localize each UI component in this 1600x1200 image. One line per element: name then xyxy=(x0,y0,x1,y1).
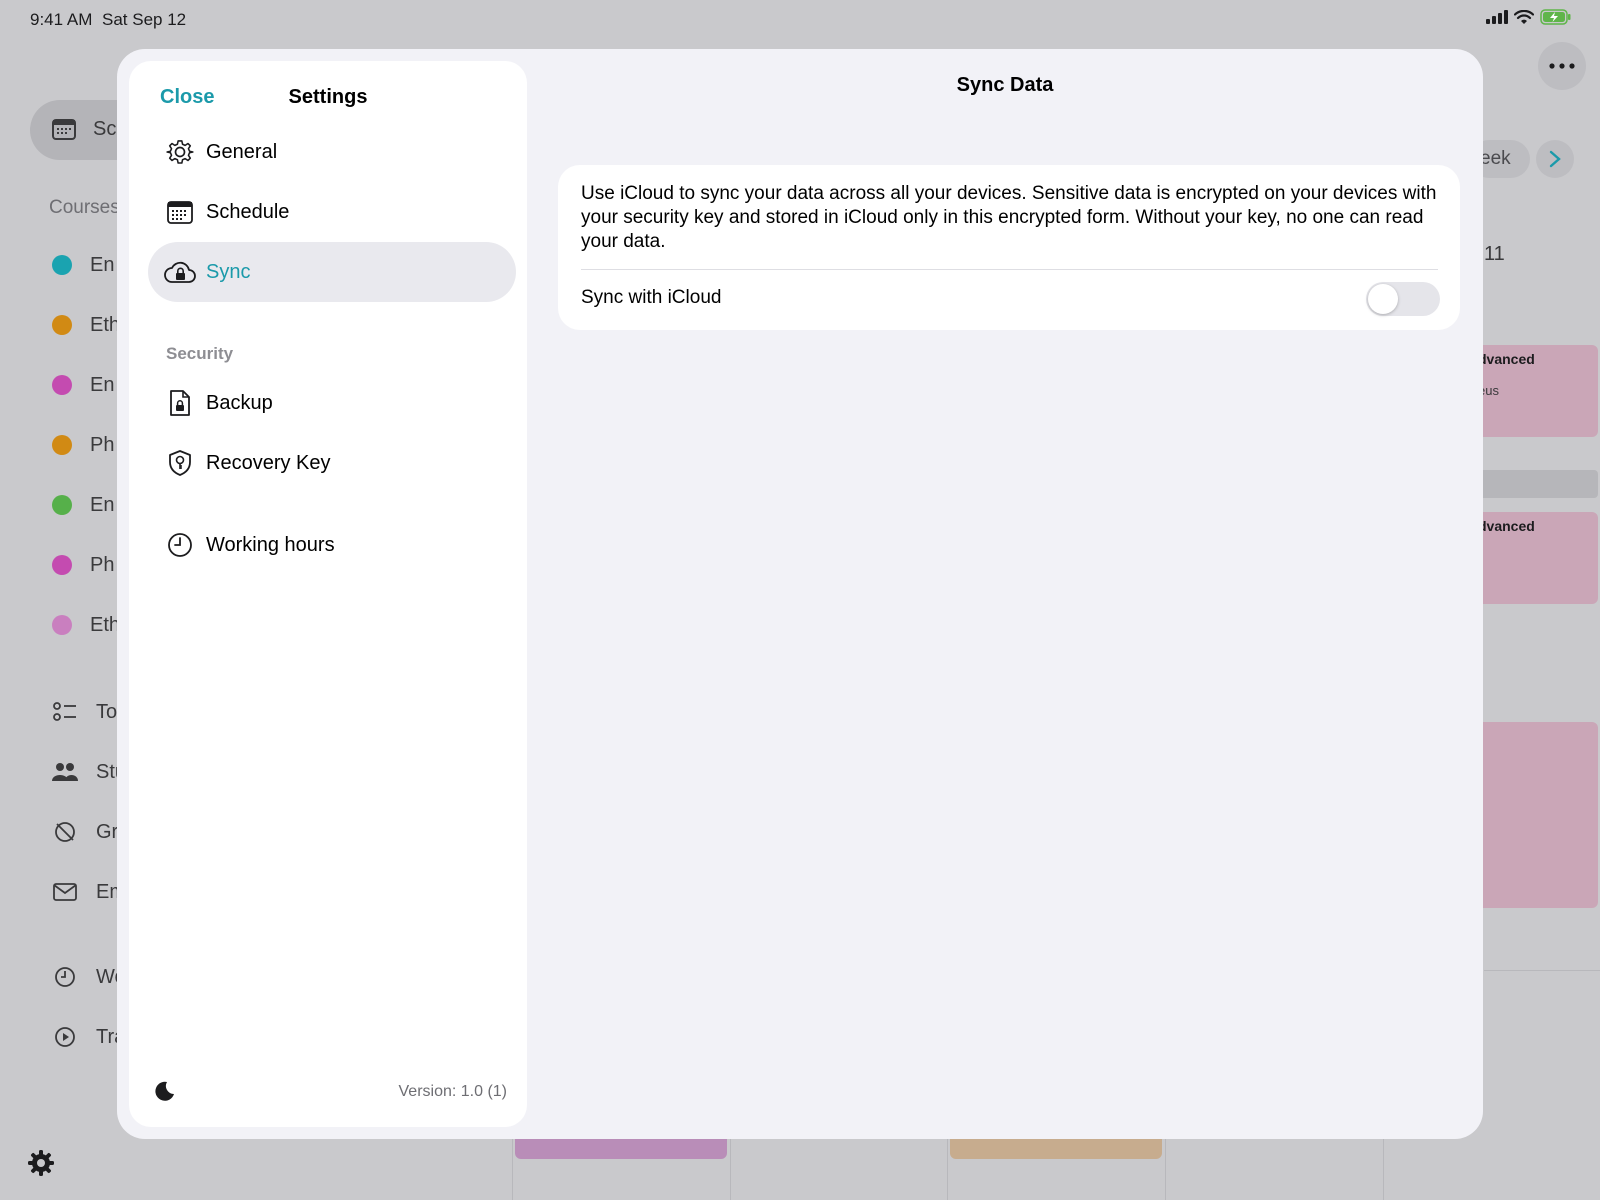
background-event: dvanced xyxy=(1470,512,1598,604)
sidebar-item-recovery-key[interactable]: Recovery Key xyxy=(148,433,516,493)
sync-card: Use iCloud to sync your data across all … xyxy=(558,165,1460,330)
grid-line xyxy=(1484,970,1600,971)
background-course-row: En xyxy=(52,250,114,280)
sidebar-item-label: Schedule xyxy=(206,200,290,223)
more-icon xyxy=(1538,42,1586,90)
settings-modal: Close Settings General Schedule Sync Sec… xyxy=(117,49,1483,1139)
course-color-dot xyxy=(52,375,72,395)
grade-icon xyxy=(52,819,78,845)
background-course-row: En xyxy=(52,490,114,520)
sync-description: Use iCloud to sync your data across all … xyxy=(581,183,1437,252)
chevron-right-icon xyxy=(1536,140,1574,178)
security-section-header: Security xyxy=(166,344,234,363)
background-event: dvanced eus xyxy=(1470,345,1598,437)
background-event-bar xyxy=(1470,470,1598,498)
sidebar-item-general[interactable]: General xyxy=(148,122,516,182)
background-course-row: Ph xyxy=(52,550,114,580)
sync-toggle-label: Sync with iCloud xyxy=(581,287,722,308)
sidebar-item-schedule[interactable]: Schedule xyxy=(148,182,516,242)
event-subtitle: eus xyxy=(1478,383,1499,398)
sidebar-item-backup[interactable]: Backup xyxy=(148,373,516,433)
course-label: Eth xyxy=(90,313,121,336)
course-label: Ph xyxy=(90,553,115,576)
course-label: Eth xyxy=(90,613,121,636)
version-label: Version: 1.0 (1) xyxy=(398,1083,508,1100)
course-color-dot xyxy=(52,555,72,575)
checklist-icon xyxy=(52,699,78,725)
moon-icon[interactable] xyxy=(153,1080,177,1104)
clock-icon xyxy=(164,529,196,561)
settings-title: Settings xyxy=(288,86,368,108)
course-label: En xyxy=(90,493,115,516)
background-course-row: Eth xyxy=(52,310,120,340)
play-circle-icon xyxy=(52,1024,78,1050)
toggle-knob xyxy=(1368,284,1398,314)
sidebar-item-label: Recovery Key xyxy=(206,451,331,474)
envelope-icon xyxy=(52,879,78,905)
calendar-icon xyxy=(52,119,76,140)
sync-icloud-toggle[interactable] xyxy=(1366,282,1440,316)
gear-icon xyxy=(164,136,196,168)
background-event xyxy=(1470,722,1598,908)
background-nav-row: Wo xyxy=(52,962,126,992)
divider xyxy=(581,269,1438,270)
clock-icon xyxy=(52,964,78,990)
nav-label: To xyxy=(96,700,118,723)
background-nav-row: Tra xyxy=(52,1022,125,1052)
sidebar-item-working-hours[interactable]: Working hours xyxy=(148,515,516,575)
background-nav-row: To xyxy=(52,697,117,727)
shield-key-icon xyxy=(164,447,196,479)
sidebar-item-label: Working hours xyxy=(206,533,335,556)
document-lock-icon xyxy=(164,387,196,419)
calendar-icon xyxy=(164,196,196,228)
background-selected-label: Sc xyxy=(93,118,117,140)
detail-title: Sync Data xyxy=(956,74,1054,96)
course-color-dot xyxy=(52,615,72,635)
cloud-lock-icon xyxy=(164,256,196,288)
sidebar-item-sync[interactable]: Sync xyxy=(148,242,516,302)
background-course-row: Eth xyxy=(52,610,120,640)
event-title: dvanced xyxy=(1478,518,1535,534)
sidebar-item-label: Backup xyxy=(206,391,273,414)
sidebar-item-label: Sync xyxy=(206,260,251,283)
course-color-dot xyxy=(52,255,72,275)
sidebar-item-label: General xyxy=(206,140,278,163)
course-label: En xyxy=(90,253,115,276)
settings-sidebar: Close Settings General Schedule Sync Sec… xyxy=(129,61,527,1127)
background-nav-row: Em xyxy=(52,877,126,907)
course-color-dot xyxy=(52,435,72,455)
course-color-dot xyxy=(52,315,72,335)
course-color-dot xyxy=(52,495,72,515)
background-nav-row: Stu xyxy=(52,757,126,787)
background-course-row: En xyxy=(52,370,114,400)
event-title: dvanced xyxy=(1478,351,1535,367)
background-course-row: Ph xyxy=(52,430,114,460)
people-icon xyxy=(52,759,78,785)
course-label: Ph xyxy=(90,433,115,456)
background-courses-header: Courses xyxy=(49,197,120,218)
settings-gear-icon xyxy=(26,1148,56,1183)
course-label: En xyxy=(90,373,115,396)
